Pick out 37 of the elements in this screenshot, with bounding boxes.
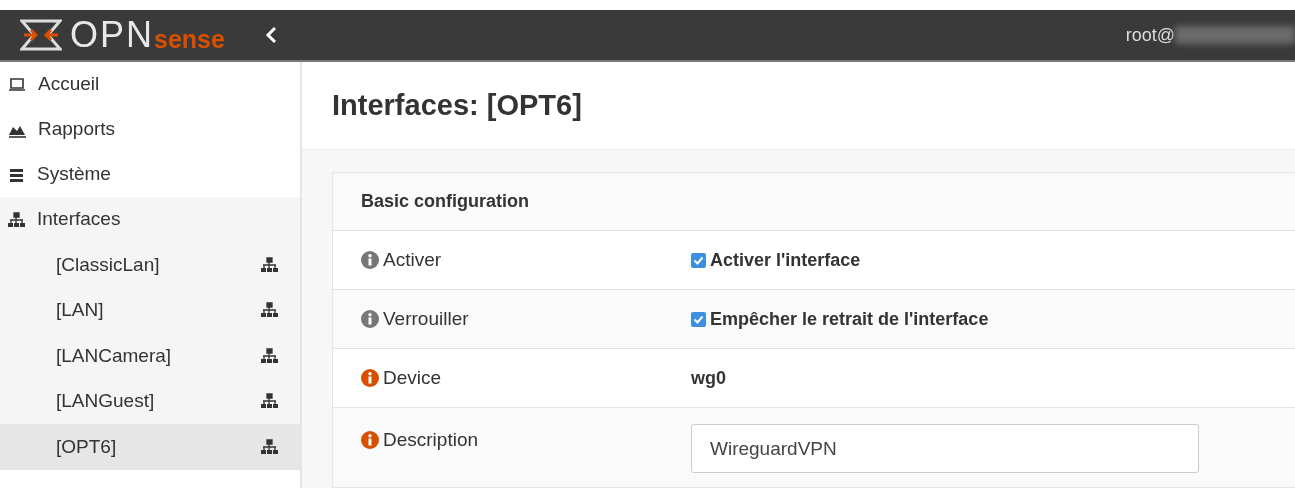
logo-brand-text: sense (154, 26, 225, 52)
field-label: Device (383, 365, 442, 390)
sidebar-subitem[interactable]: [OPT6] (0, 424, 300, 470)
checkbox[interactable] (691, 311, 706, 327)
info-icon[interactable] (361, 431, 379, 450)
field-label: Description (383, 428, 479, 452)
collapse-icon[interactable] (264, 26, 279, 44)
info-icon[interactable] (361, 369, 379, 387)
sidebar-subitem[interactable]: [ClassicLan] (0, 242, 300, 288)
info-icon[interactable] (361, 251, 379, 269)
sitemap-icon (261, 302, 278, 319)
field-label: Verrouiller (383, 306, 469, 331)
logo-icon (20, 18, 62, 52)
logo-text: OPN (70, 17, 154, 53)
sidebar-subitem[interactable]: [LANCamera] (0, 333, 300, 379)
section-title: Basic configuration (333, 173, 1295, 231)
user-name[interactable]: root@ (1125, 21, 1175, 49)
checkbox[interactable] (691, 252, 706, 268)
page-title: Interfaces: [OPT6] (302, 62, 1295, 150)
checkbox-label: Activer l'interface (710, 248, 861, 272)
server-icon (8, 166, 25, 183)
checkbox-label: Empêcher le retrait de l'interface (710, 307, 989, 331)
sitemap-icon (261, 393, 278, 410)
sitemap-icon (261, 256, 278, 273)
laptop-icon (8, 76, 26, 93)
sidebar-item[interactable]: Système (0, 152, 300, 197)
info-icon[interactable] (361, 310, 379, 328)
field-label: Activer (383, 247, 442, 272)
description-input[interactable]: WireguardVPN (691, 424, 1199, 473)
field-value: wg0 (691, 366, 726, 390)
sidebar-item[interactable]: Accueil (0, 62, 300, 107)
sidebar-subitem[interactable]: [LAN] (0, 287, 300, 333)
sitemap-icon (8, 211, 25, 228)
sitemap-icon (261, 438, 278, 455)
sitemap-icon (261, 347, 278, 364)
sidebar-item[interactable]: Rapports (0, 107, 300, 152)
sidebar-subitem[interactable]: [LANGuest] (0, 378, 300, 424)
